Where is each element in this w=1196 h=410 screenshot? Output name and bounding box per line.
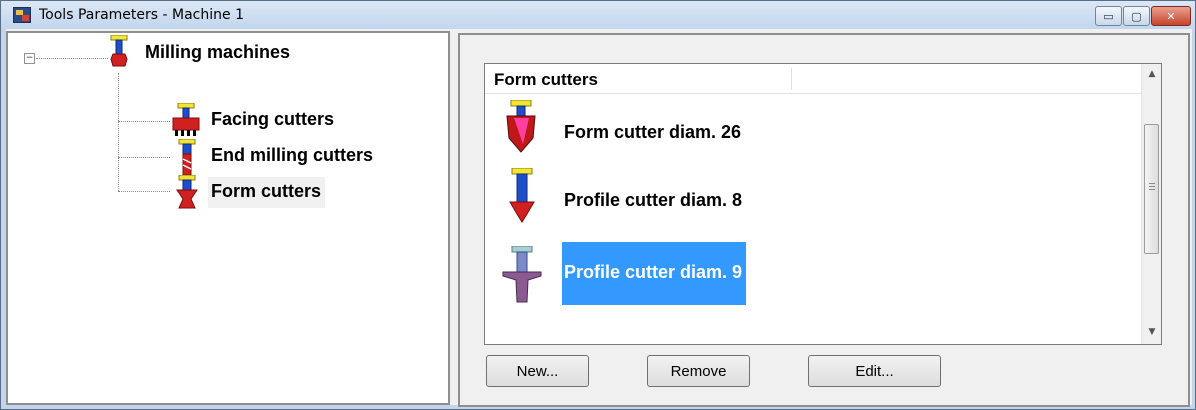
client-area: − Milling machines Facing cutters End mi…: [6, 29, 1192, 407]
facing-cutter-icon: [172, 103, 200, 136]
vertical-scrollbar[interactable]: ▲ ▼: [1141, 64, 1161, 344]
scroll-thumb[interactable]: [1144, 124, 1159, 254]
tree-connector: [118, 157, 170, 158]
tree-item-label: Form cutters: [211, 181, 322, 201]
tree-collapse-toggle[interactable]: −: [24, 53, 35, 64]
tree-item-milling-machines[interactable]: Milling machines: [145, 42, 290, 63]
remove-button-label: Remove: [670, 362, 727, 380]
tree-connector: [118, 73, 119, 191]
form-cutter-icon: [506, 100, 536, 153]
new-button-label: New...: [516, 362, 559, 380]
maximize-icon: ▢: [1131, 9, 1142, 23]
list-item[interactable]: Profile cutter diam. 8: [485, 162, 1136, 226]
grip-line: [1149, 186, 1155, 187]
column-divider[interactable]: [791, 68, 792, 90]
tree-item-label: End milling cutters: [211, 145, 374, 165]
tools-list-panel: Form cutters Form cutter diam. 26 Profil…: [458, 33, 1190, 407]
list-item[interactable]: Form cutter diam. 26: [485, 100, 1136, 164]
tree-connector: [118, 191, 170, 192]
close-icon: ✕: [1166, 9, 1176, 23]
tools-list[interactable]: Form cutters Form cutter diam. 26 Profil…: [484, 63, 1162, 345]
tree-item-label: Milling machines: [145, 42, 291, 62]
column-header-form-cutters[interactable]: Form cutters: [494, 70, 598, 90]
tree-pane[interactable]: − Milling machines Facing cutters End mi…: [6, 31, 450, 405]
app-icon: [13, 7, 31, 23]
list-item-selected[interactable]: Profile cutter diam. 9: [485, 242, 1136, 306]
end-mill-icon: [178, 139, 196, 176]
tree-item-form-cutters[interactable]: Form cutters: [208, 177, 326, 208]
minimize-button[interactable]: ▭: [1095, 6, 1122, 26]
maximize-button[interactable]: ▢: [1123, 6, 1150, 26]
edit-button-label: Edit...: [855, 362, 894, 380]
remove-button[interactable]: Remove: [647, 355, 750, 387]
scroll-up-arrow-icon[interactable]: ▲: [1142, 64, 1162, 84]
title-bar[interactable]: Tools Parameters - Machine 1 ▭ ▢ ✕: [1, 1, 1195, 29]
new-button[interactable]: New...: [486, 355, 589, 387]
profile-cutter-icon: [502, 246, 542, 303]
scroll-down-arrow-icon[interactable]: ▼: [1142, 322, 1162, 342]
tree-item-label: Facing cutters: [211, 109, 335, 129]
list-item-label: Profile cutter diam. 8: [564, 190, 743, 210]
minimize-icon: ▭: [1103, 9, 1114, 23]
collapse-icon: −: [25, 53, 34, 63]
grip-line: [1149, 189, 1155, 190]
list-item-label: Profile cutter diam. 9: [562, 242, 747, 305]
tree-connector: [36, 58, 108, 59]
window-title: Tools Parameters - Machine 1: [39, 7, 244, 23]
tree-item-facing-cutters[interactable]: Facing cutters: [211, 109, 334, 130]
list-item-label: Form cutter diam. 26: [564, 122, 742, 142]
milling-machine-icon: [110, 35, 128, 67]
form-cutter-icon: [176, 175, 198, 209]
grip-line: [1149, 183, 1155, 184]
profile-cutter-icon: [509, 168, 535, 223]
tools-parameters-window: Tools Parameters - Machine 1 ▭ ▢ ✕ − Mil…: [0, 0, 1196, 410]
edit-button[interactable]: Edit...: [808, 355, 941, 387]
list-header: Form cutters: [485, 64, 1141, 94]
tree-item-end-milling-cutters[interactable]: End milling cutters: [211, 145, 373, 166]
close-button[interactable]: ✕: [1151, 6, 1191, 26]
tree-connector: [118, 121, 170, 122]
